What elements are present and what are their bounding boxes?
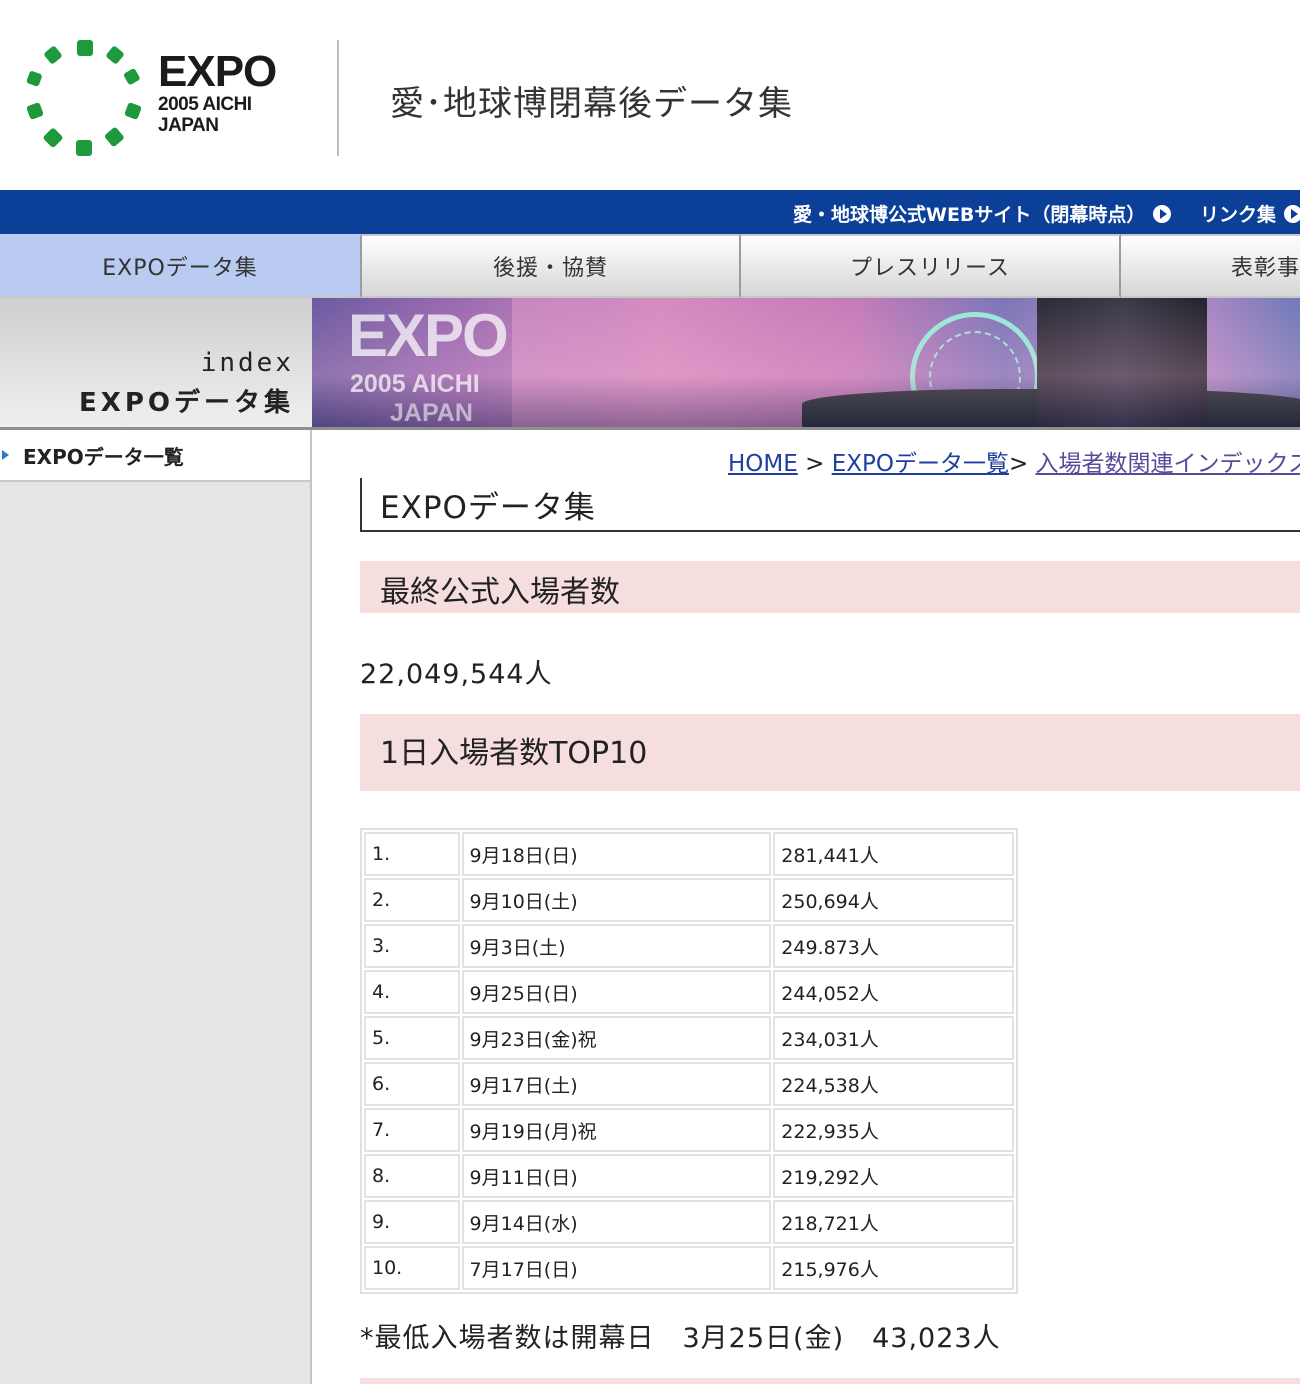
page-title: EXPOデータ集 [360,478,1300,532]
section-header-total: 最終公式入場者数 [360,561,1300,613]
official-site-link-label: 愛・地球博公式WEBサイト（閉幕時点） [793,204,1146,226]
tab-sponsorship[interactable]: 後援・協賛 [362,234,741,298]
banner-photo: EXPO 2005 AICHI JAPAN [312,298,1300,430]
tab-awards[interactable]: 表彰事 [1121,234,1300,298]
rank-cell: 10. [364,1246,460,1290]
banner-japan-watermark: JAPAN [390,399,473,427]
sidebar-item-data-list[interactable]: EXPOデータ一覧 [0,430,310,482]
count-cell: 224,538人 [773,1062,1014,1106]
banner-label-panel: index EXPOデータ集 [0,298,312,430]
rank-cell: 7. [364,1108,460,1152]
logo-sub-text: 2005 AICHI [158,94,252,115]
rank-cell: 8. [364,1154,460,1198]
tab-press-release[interactable]: プレスリリース [741,234,1121,298]
breadcrumb-separator: > [797,451,832,477]
breadcrumb-separator: > [1008,451,1036,477]
links-page-link[interactable]: リンク集 [1200,200,1300,227]
lowest-attendance-note: *最低入場者数は開幕日 3月25日(金) 43,023人 [360,1323,1001,1354]
table-row: 8. 9月11日(日) 219,292人 [364,1154,1014,1198]
count-cell: 234,031人 [773,1016,1014,1060]
sidebar-item-label: EXPOデータ一覧 [23,444,184,469]
count-cell: 222,935人 [773,1108,1014,1152]
breadcrumb: HOME > EXPOデータ一覧> 入場者数関連インデックス [728,444,1300,478]
breadcrumb-data-list-link[interactable]: EXPOデータ一覧 [832,451,1009,477]
date-cell: 9月3日(土) [461,924,772,968]
table-row: 10. 7月17日(日) 215,976人 [364,1246,1014,1290]
date-cell: 9月10日(土) [461,878,772,922]
section-header-top10: 1日入場者数TOP10 [360,714,1300,791]
table-row: 6. 9月17日(土) 224,538人 [364,1062,1014,1106]
date-cell: 9月19日(月)祝 [461,1108,772,1152]
top10-table: 1. 9月18日(日) 281,441人 2. 9月10日(土) 250,694人 3. 9月… [360,828,1018,1294]
triangle-right-icon [2,450,9,460]
count-cell: 215,976人 [773,1246,1014,1290]
logo-expo-text: EXPO [158,47,277,96]
count-cell: 249.873人 [773,924,1014,968]
breadcrumb-home-link[interactable]: HOME [728,451,798,477]
rank-cell: 4. [364,970,460,1014]
rank-cell: 1. [364,832,460,876]
header-divider [337,40,339,156]
table-row: 5. 9月23日(金)祝 234,031人 [364,1016,1014,1060]
links-page-link-label: リンク集 [1200,204,1277,226]
rank-cell: 9. [364,1200,460,1244]
date-cell: 9月11日(日) [461,1154,772,1198]
table-row: 1. 9月18日(日) 281,441人 [364,832,1014,876]
table-row: 3. 9月3日(土) 249.873人 [364,924,1014,968]
rank-cell: 3. [364,924,460,968]
site-title: 愛･地球博閉幕後データ集 [390,84,793,124]
table-row: 7. 9月19日(月)祝 222,935人 [364,1108,1014,1152]
count-cell: 281,441人 [773,832,1014,876]
next-section-bar [360,1378,1300,1384]
top-nav-bar: 愛・地球博公式WEBサイト（閉幕時点） リンク集 [0,190,1300,234]
date-cell: 9月25日(日) [461,970,772,1014]
date-cell: 7月17日(日) [461,1246,772,1290]
section-title: 1日入場者数TOP10 [380,736,648,771]
rank-cell: 6. [364,1062,460,1106]
expo-ring-icon [26,40,142,156]
date-cell: 9月17日(土) [461,1062,772,1106]
banner-index-text: index [200,348,294,378]
banner-aichi-watermark: 2005 AICHI [350,370,480,398]
section-title: 最終公式入場者数 [380,575,620,610]
logo-sub-text-2: JAPAN [158,115,219,136]
date-cell: 9月18日(日) [461,832,772,876]
table-row: 4. 9月25日(日) 244,052人 [364,970,1014,1014]
circle-arrow-icon [1284,204,1300,223]
banner-section-text: EXPOデータ集 [79,388,294,418]
rank-cell: 2. [364,878,460,922]
count-cell: 250,694人 [773,878,1014,922]
circle-arrow-icon [1153,204,1172,223]
expo-logo[interactable]: EXPO 2005 AICHI JAPAN [22,36,292,160]
count-cell: 218,721人 [773,1200,1014,1244]
table-row: 2. 9月10日(土) 250,694人 [364,878,1014,922]
date-cell: 9月14日(水) [461,1200,772,1244]
count-cell: 244,052人 [773,970,1014,1014]
official-site-link[interactable]: 愛・地球博公式WEBサイト（閉幕時点） [793,200,1172,227]
rank-cell: 5. [364,1016,460,1060]
count-cell: 219,292人 [773,1154,1014,1198]
date-cell: 9月23日(金)祝 [461,1016,772,1060]
main-tabs: EXPOデータ集 後援・協賛 プレスリリース 表彰事 [0,234,1300,298]
table-row: 9. 9月14日(水) 218,721人 [364,1200,1014,1244]
tab-expo-data[interactable]: EXPOデータ集 [0,234,362,298]
total-visitors-value: 22,049,544人 [360,659,553,690]
banner-expo-watermark: EXPO [348,302,509,369]
site-header: EXPO 2005 AICHI JAPAN 愛･地球博閉幕後データ集 [0,0,1300,190]
page-title-text: EXPOデータ集 [380,490,596,526]
breadcrumb-current-link[interactable]: 入場者数関連インデックス [1036,451,1300,477]
sidebar: EXPOデータ一覧 [0,430,312,1384]
